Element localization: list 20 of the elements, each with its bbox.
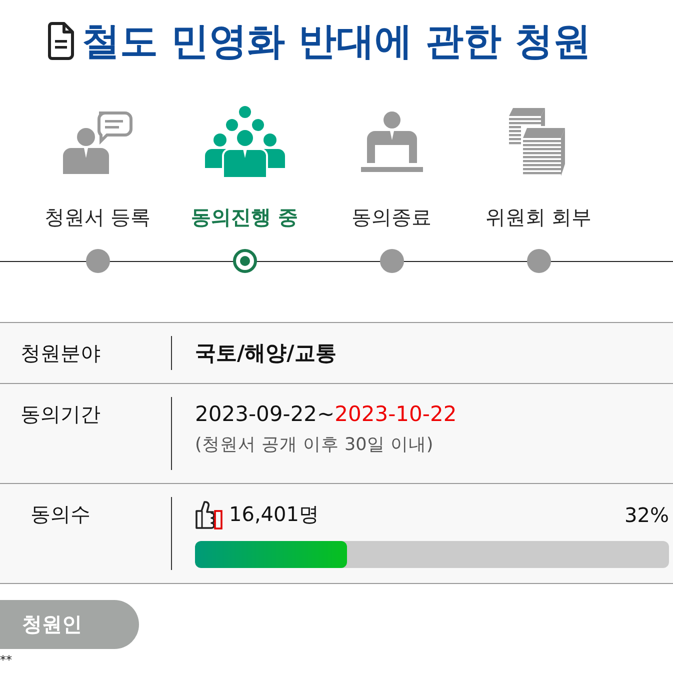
- step-label: 청원서 등록: [44, 204, 151, 230]
- agree-percent: 32%: [624, 502, 669, 526]
- person-speech-bubble-icon: [62, 110, 132, 174]
- petitioner-name: **: [0, 654, 12, 666]
- field-value: 국토/해양/교통: [195, 340, 338, 367]
- agree-count: 16,401명: [229, 501, 319, 528]
- page-title: 철도 민영화 반대에 관한 청원: [82, 18, 591, 64]
- step-label: 위원회 회부: [485, 204, 592, 230]
- field-label: 동의기간: [20, 401, 102, 428]
- period-dates: 2023-09-22~2023-10-22: [195, 401, 458, 428]
- petitioner-tab[interactable]: 청원인: [0, 600, 139, 649]
- field-label: 청원분야: [20, 340, 102, 367]
- thumbs-up-icon: [195, 500, 223, 530]
- step-label: 동의진행 중: [191, 204, 298, 230]
- document-icon: [48, 22, 74, 60]
- step-label: 동의종료: [352, 204, 432, 230]
- people-group-icon: [204, 106, 284, 178]
- period-note: (청원서 공개 이후 30일 이내): [195, 434, 434, 456]
- field-label: 동의수: [30, 501, 92, 528]
- person-at-podium-icon: [360, 111, 422, 173]
